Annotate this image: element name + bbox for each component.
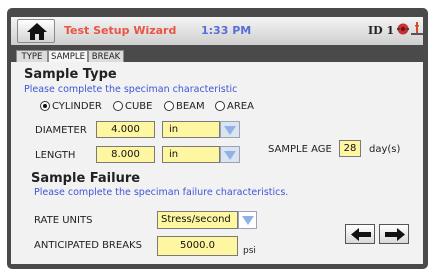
sample-failure-heading: Sample Failure (31, 171, 141, 186)
device-id: ID 1 (368, 24, 395, 37)
next-button[interactable] (379, 224, 409, 244)
radio-area[interactable]: AREA (215, 100, 254, 112)
anticipated-breaks-input[interactable]: 5000.0 (157, 236, 238, 256)
length-label: LENGTH (35, 150, 76, 161)
sample-age-unit: day(s) (369, 144, 401, 155)
radio-dot (215, 101, 225, 111)
radio-cube[interactable]: CUBE (113, 100, 152, 112)
alert-icon[interactable] (396, 21, 410, 37)
arrow-right-icon (385, 228, 405, 241)
rate-units-label: RATE UNITS (34, 215, 93, 226)
diameter-input[interactable]: 4.000 (96, 121, 155, 138)
rate-units-select[interactable]: Stress/second (157, 211, 238, 229)
diameter-unit-dropdown-icon[interactable] (220, 121, 240, 138)
rate-units-dropdown-icon[interactable] (238, 211, 257, 229)
radio-dot (164, 101, 174, 111)
arrow-left-icon (351, 228, 371, 241)
wizard-title: Test Setup Wizard (64, 24, 177, 37)
radio-label: CYLINDER (52, 100, 102, 112)
sample-age-label: SAMPLE AGE (268, 144, 332, 155)
anticipated-breaks-label: ANTICIPATED BREAKS (34, 240, 142, 251)
radio-dot (113, 101, 123, 111)
sample-age-input[interactable]: 28 (339, 140, 361, 157)
anticipated-breaks-unit: psi (243, 246, 256, 256)
strain-gauge-icon[interactable] (411, 21, 423, 37)
radio-label: BEAM (176, 100, 205, 112)
length-unit-dropdown-icon[interactable] (220, 146, 240, 163)
sample-type-heading: Sample Type (24, 67, 117, 82)
radio-dot (40, 101, 50, 111)
clock-display: 1:33 PM (201, 24, 252, 37)
radio-beam[interactable]: BEAM (164, 100, 205, 112)
sample-failure-hint: Please complete the speciman failure cha… (34, 187, 289, 198)
length-input[interactable]: 8.000 (96, 146, 155, 163)
radio-label: CUBE (125, 100, 153, 112)
home-button[interactable] (17, 19, 55, 43)
radio-cylinder[interactable]: CYLINDER (40, 100, 102, 112)
radio-label: AREA (227, 100, 254, 112)
back-button[interactable] (345, 224, 375, 244)
sample-type-hint: Please complete the speciman characteris… (24, 84, 238, 95)
diameter-unit-select[interactable]: in (162, 121, 220, 138)
length-unit-select[interactable]: in (162, 146, 220, 163)
home-icon (27, 23, 47, 40)
diameter-label: DIAMETER (35, 125, 87, 136)
